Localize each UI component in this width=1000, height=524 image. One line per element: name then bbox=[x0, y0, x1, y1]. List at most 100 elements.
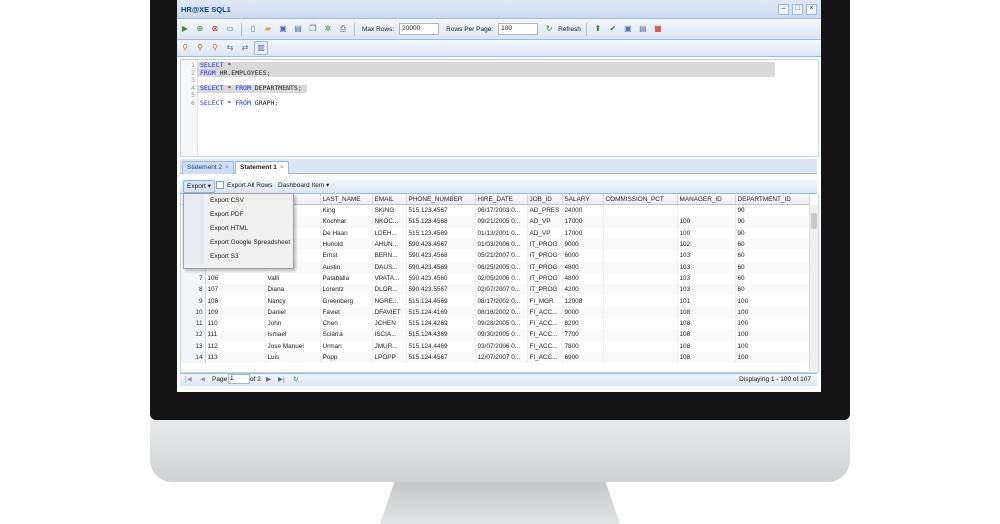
table-cell[interactable]: 515.124.4369 bbox=[406, 329, 476, 341]
table-cell[interactable]: 01/03/2006 0... bbox=[475, 238, 528, 251]
table-cell[interactable]: De Haan bbox=[320, 227, 373, 239]
table-cell[interactable]: 9000 bbox=[562, 306, 604, 318]
table-row[interactable]: 10 109 Daniel Faviet DFAVIET 515.124.4169 08/1… bbox=[181, 306, 810, 318]
export-menu-item[interactable]: Export S3 bbox=[184, 250, 293, 264]
table-cell[interactable]: John bbox=[265, 317, 321, 330]
table-cell[interactable] bbox=[603, 351, 678, 364]
column-header[interactable]: LAST_NAME bbox=[320, 194, 373, 205]
dashboard-item-button[interactable]: Dashboard Item ▾ bbox=[278, 180, 329, 191]
table-cell[interactable]: 08/16/2002 0... bbox=[475, 306, 528, 318]
table-cell[interactable]: AD_PRES bbox=[527, 204, 563, 217]
table-cell[interactable]: 12008 bbox=[562, 295, 604, 307]
table-cell[interactable]: 100 bbox=[677, 227, 736, 239]
row-number[interactable]: 10 bbox=[181, 306, 206, 318]
table-cell[interactable] bbox=[603, 250, 678, 262]
table-cell[interactable]: Pataballa bbox=[320, 272, 373, 285]
open-folder-icon[interactable]: ▰ bbox=[262, 23, 274, 35]
table-cell[interactable]: 113 bbox=[205, 351, 266, 364]
table-cell[interactable]: 17000 bbox=[562, 227, 604, 239]
table-cell[interactable]: 101 bbox=[677, 295, 736, 307]
table-cell[interactable]: 60 bbox=[735, 272, 810, 285]
table-cell[interactable]: 4200 bbox=[562, 284, 604, 296]
table-cell[interactable]: ISCIA... bbox=[372, 329, 407, 341]
column-header[interactable]: MANAGER_ID bbox=[677, 194, 736, 205]
table-cell[interactable]: Sciarra bbox=[320, 329, 373, 341]
column-header[interactable]: EMAIL bbox=[372, 194, 407, 205]
table-cell[interactable]: 100 bbox=[735, 329, 810, 341]
table-cell[interactable]: Faviet bbox=[320, 306, 373, 318]
find-next-icon[interactable]: ⚲ bbox=[194, 42, 206, 54]
table-cell[interactable]: 103 bbox=[677, 261, 736, 273]
table-cell[interactable]: 515.123.4568 bbox=[406, 216, 476, 228]
table-cell[interactable]: Valli bbox=[265, 272, 321, 285]
table-cell[interactable]: 8200 bbox=[562, 317, 604, 330]
delete-document-icon[interactable]: ▦ bbox=[652, 23, 664, 35]
column-header[interactable]: SALARY bbox=[562, 194, 604, 205]
table-cell[interactable]: 103 bbox=[677, 272, 736, 285]
table-cell[interactable]: 7700 bbox=[562, 329, 604, 341]
settings-icon[interactable]: ✲ bbox=[322, 23, 334, 35]
table-cell[interactable] bbox=[603, 329, 678, 341]
table-cell[interactable] bbox=[603, 284, 678, 296]
table-cell[interactable]: Urman bbox=[320, 340, 373, 352]
table-cell[interactable]: IT_PROG bbox=[527, 238, 563, 251]
row-number[interactable]: 12 bbox=[181, 329, 206, 341]
table-cell[interactable]: 17000 bbox=[562, 216, 604, 228]
table-cell[interactable]: IT_PROG bbox=[527, 284, 563, 296]
table-cell[interactable]: 100 bbox=[677, 216, 736, 228]
table-cell[interactable]: 515.123.4569 bbox=[406, 227, 476, 239]
table-cell[interactable] bbox=[603, 204, 678, 217]
table-cell[interactable]: Chen bbox=[320, 317, 373, 330]
table-cell[interactable]: 24000 bbox=[562, 204, 604, 217]
table-cell[interactable]: 100 bbox=[735, 295, 810, 307]
table-cell[interactable]: 108 bbox=[677, 306, 736, 318]
table-row[interactable]: 11 110 John Chen JCHEN 515.124.4269 09/28/2005… bbox=[181, 317, 810, 330]
table-cell[interactable]: 515.124.4569 bbox=[406, 295, 476, 307]
table-cell[interactable]: 112 bbox=[205, 340, 266, 352]
table-cell[interactable]: 590.423.4568 bbox=[406, 250, 476, 262]
row-number[interactable]: 7 bbox=[181, 272, 206, 285]
column-header[interactable]: PHONE_NUMBER bbox=[406, 194, 476, 205]
table-cell[interactable]: Daniel bbox=[265, 306, 321, 318]
table-cell[interactable]: King bbox=[320, 204, 373, 217]
table-cell[interactable]: 01/13/2001 0... bbox=[475, 227, 528, 239]
export-menu-item[interactable]: Export CSV bbox=[184, 194, 293, 208]
table-row[interactable]: 8 107 Diana Lorentz DLOR... 590.423.5567 02/07… bbox=[181, 284, 810, 296]
table-cell[interactable]: 09/21/2005 0... bbox=[475, 216, 528, 228]
table-cell[interactable]: 515.124.4269 bbox=[406, 317, 476, 330]
table-row[interactable]: 13 112 Jose Manuel Urman JMUR... 515.124.4469… bbox=[181, 340, 810, 352]
table-cell[interactable]: Diana bbox=[265, 284, 321, 296]
refresh-grid-icon[interactable]: ↻ bbox=[293, 374, 298, 386]
next-page-icon[interactable]: ▶ bbox=[266, 374, 271, 386]
table-cell[interactable] bbox=[603, 272, 678, 285]
table-cell[interactable]: 4800 bbox=[562, 261, 604, 273]
table-cell[interactable]: 100 bbox=[735, 340, 810, 352]
table-cell[interactable] bbox=[677, 204, 736, 217]
table-row[interactable]: 9 108 Nancy Greenberg NGRE... 515.124.4569 08/… bbox=[181, 295, 810, 307]
table-cell[interactable] bbox=[603, 216, 678, 228]
replace-icon[interactable]: ⇆ bbox=[224, 42, 236, 54]
table-cell[interactable]: Hunold bbox=[320, 238, 373, 251]
export-all-rows-checkbox[interactable]: Export All Rows bbox=[216, 180, 273, 191]
run-icon[interactable]: ▶ bbox=[179, 23, 191, 35]
table-cell[interactable]: 6900 bbox=[562, 351, 604, 364]
table-cell[interactable]: 05/21/2007 0... bbox=[475, 250, 528, 262]
table-cell[interactable]: Popp bbox=[320, 351, 373, 364]
table-cell[interactable]: LPOPP bbox=[372, 351, 407, 364]
table-cell[interactable]: BERN... bbox=[372, 250, 407, 262]
table-cell[interactable]: 107 bbox=[205, 284, 266, 296]
table-cell[interactable]: 590.423.4567 bbox=[406, 238, 476, 251]
table-cell[interactable]: 106 bbox=[205, 272, 266, 285]
column-header[interactable]: DEPARTMENT_ID bbox=[735, 194, 810, 205]
replace-all-icon[interactable]: ⇄ bbox=[239, 42, 251, 54]
table-cell[interactable]: 108 bbox=[677, 351, 736, 364]
table-cell[interactable]: 08/17/2002 0... bbox=[475, 295, 528, 307]
table-cell[interactable]: 590.423.4569 bbox=[406, 261, 476, 273]
last-page-icon[interactable]: ▶| bbox=[278, 374, 285, 386]
table-cell[interactable]: IT_PROG bbox=[527, 272, 563, 285]
table-cell[interactable]: AHUN... bbox=[372, 238, 407, 251]
check-icon[interactable]: ✔ bbox=[607, 23, 619, 35]
checkbox-icon[interactable] bbox=[216, 181, 224, 190]
table-cell[interactable]: DAUS... bbox=[372, 261, 407, 273]
table-cell[interactable]: IT_PROG bbox=[527, 261, 563, 273]
